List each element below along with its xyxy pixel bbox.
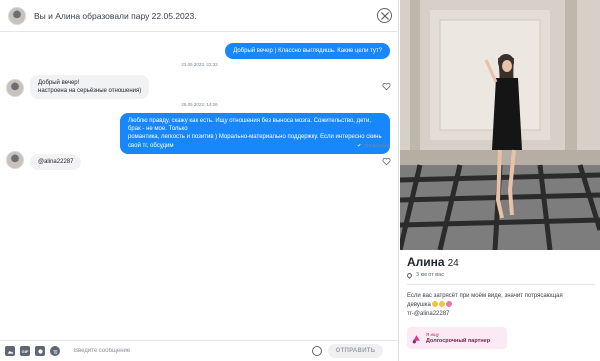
outgoing-message[interactable]: Добрый вечер ) Классно выглядишь. Какие … — [225, 43, 390, 60]
avatar[interactable] — [8, 6, 26, 25]
gif-icon: GIF — [21, 348, 29, 354]
outgoing-message[interactable]: Люблю правду, скажу как есть. Ищу отноше… — [120, 113, 390, 154]
profile-age: 24 — [447, 258, 459, 269]
message-line: Добрый вечер! — [38, 80, 80, 86]
timestamp: 23.05.2023, 22:33 — [181, 62, 218, 67]
heart-icon[interactable] — [382, 157, 391, 166]
sent-check-icon — [355, 142, 362, 148]
distance: 3 км от вас — [405, 271, 444, 279]
bio-line-emoji: девушка — [407, 301, 597, 310]
close-icon — [380, 11, 389, 20]
avatar[interactable] — [6, 151, 24, 169]
bio-line: тг-@alina22287 — [407, 311, 450, 317]
sticker-button[interactable] — [35, 346, 45, 356]
chat-panel: Вы и Алина образовали пару 22.05.2023. Д… — [0, 0, 399, 361]
flower-emoji-icon — [446, 301, 453, 307]
emoji-icon[interactable] — [312, 346, 322, 356]
profile-name-text: Алина — [407, 255, 445, 269]
status-text: Отправлено — [364, 142, 390, 148]
gif-button[interactable]: GIF — [20, 346, 30, 356]
location-pin-icon — [405, 271, 414, 279]
message-line: Люблю правду, скажу как есть. Ищу отноше… — [128, 118, 372, 133]
message-composer: GIF ОТПРАВИТЬ — [0, 340, 399, 361]
sticker-icon — [37, 348, 43, 354]
profile-panel: Алина 24 3 км от вас Если вас затрясёт пр… — [400, 0, 600, 361]
smile-emoji-icon — [439, 301, 446, 307]
heart-icon[interactable] — [382, 82, 391, 91]
goal-value: Долгосрочный партнер — [426, 337, 491, 344]
message-line: настроена на серьёзные отношения) — [38, 88, 142, 95]
message-list: Добрый вечер ) Классно выглядишь. Какие … — [0, 33, 399, 338]
image-icon — [7, 350, 13, 354]
timestamp: 28.05.2023, 14:26 — [181, 102, 218, 107]
incoming-message[interactable]: @alina22287 — [30, 154, 82, 171]
divider — [407, 284, 595, 285]
profile-name: Алина 24 — [407, 255, 459, 269]
match-title: Вы и Алина образовали пару 22.05.2023. — [34, 10, 197, 21]
close-button[interactable] — [377, 8, 392, 23]
bio-line: Если вас затрясёт при моём виде, значит … — [407, 293, 563, 299]
message-input[interactable] — [74, 344, 309, 358]
message-status: Отправлено — [355, 142, 390, 148]
image-upload-button[interactable] — [5, 346, 15, 356]
incoming-message[interactable]: Добрый вечер! настроена на серьёзные отн… — [30, 75, 150, 100]
profile-bio: Если вас затрясёт при моём виде, значит … — [407, 292, 597, 319]
chat-header: Вы и Алина образовали пару 22.05.2023. — [0, 0, 399, 32]
distance-text: 3 км от вас — [416, 272, 444, 278]
spotify-icon — [52, 349, 58, 354]
goal-icon — [412, 334, 420, 343]
message-line: романтика, легкость и позитив ) Морально… — [128, 134, 382, 149]
send-button[interactable]: ОТПРАВИТЬ — [328, 344, 383, 358]
spotify-button[interactable] — [50, 346, 60, 356]
relationship-goal-badge: Я ищу Долгосрочный партнер — [407, 327, 507, 349]
profile-photo[interactable] — [400, 0, 600, 250]
smile-emoji-icon — [432, 301, 439, 307]
bio-line: девушка — [407, 302, 431, 308]
avatar[interactable] — [6, 79, 24, 97]
